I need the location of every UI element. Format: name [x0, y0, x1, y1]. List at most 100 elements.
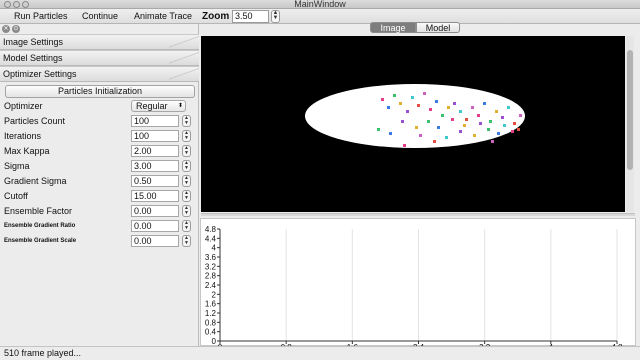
gradient-sigma-input[interactable]: 0.50: [131, 175, 179, 187]
gradient-sigma-stepper[interactable]: ▲ ▼: [182, 175, 191, 187]
particle-dot: [381, 98, 384, 101]
iterations-input[interactable]: 100: [131, 130, 179, 142]
section-image-settings[interactable]: Image Settings: [0, 34, 199, 50]
particle-dot: [513, 122, 516, 125]
particle-dot: [495, 110, 498, 113]
window-title: MainWindow: [294, 0, 346, 9]
scrollbar-thumb[interactable]: [627, 50, 633, 170]
particles-count-input[interactable]: 100: [131, 115, 179, 127]
ensemble-factor-input[interactable]: 0.00: [131, 205, 179, 217]
updown-chevron-icon: ⬍: [177, 103, 183, 109]
tab-image[interactable]: Image: [370, 22, 416, 33]
particle-dot: [445, 136, 448, 139]
particle-dot: [429, 108, 432, 111]
y-tick-label: 0.4: [205, 328, 217, 337]
particle-dot: [415, 126, 418, 129]
field-label: Iterations: [4, 131, 42, 141]
particle-dot: [403, 144, 406, 147]
particles-count-stepper[interactable]: ▲ ▼: [182, 115, 191, 127]
particle-dot: [417, 104, 420, 107]
iterations-stepper[interactable]: ▲ ▼: [182, 130, 191, 142]
particle-dot: [463, 124, 466, 127]
particle-dot: [479, 122, 482, 125]
y-tick-label: 4.8: [205, 225, 217, 234]
tab-model[interactable]: Model: [416, 22, 460, 33]
ensemble-gradient-scale-stepper[interactable]: ▲ ▼: [182, 235, 191, 247]
optimizer-select[interactable]: Regular ⬍: [131, 100, 186, 112]
ensemble-gradient-ratio-stepper[interactable]: ▲ ▼: [182, 220, 191, 232]
zoom-label: Zoom: [202, 11, 230, 22]
optimizer-row: Optimizer Regular ⬍: [0, 100, 199, 113]
section-model-settings[interactable]: Model Settings: [0, 50, 199, 66]
splitter-handle[interactable]: [201, 213, 635, 216]
section-optimizer-settings[interactable]: Optimizer Settings: [0, 66, 199, 82]
particle-dot: [399, 102, 402, 105]
optimizer-label: Optimizer: [4, 101, 43, 111]
particle-dot: [406, 110, 409, 113]
particle-dot: [459, 110, 462, 113]
field-row: Ensemble Gradient Scale 0.00 ▲ ▼: [0, 235, 199, 248]
particle-dot: [411, 96, 414, 99]
particle-dot: [519, 114, 522, 117]
particle-dot: [435, 100, 438, 103]
field-label: Cutoff: [4, 191, 28, 201]
field-label: Max Kappa: [4, 146, 50, 156]
particles-initialization-button[interactable]: Particles Initialization: [5, 85, 195, 98]
field-label: Sigma: [4, 161, 30, 171]
animate-trace-button[interactable]: Animate Trace: [134, 10, 192, 23]
particle-dot: [437, 126, 440, 129]
particle-dot: [441, 114, 444, 117]
sigma-stepper[interactable]: ▲ ▼: [182, 160, 191, 172]
cutoff-stepper[interactable]: ▲ ▼: [182, 190, 191, 202]
image-view[interactable]: [201, 36, 625, 212]
continue-button[interactable]: Continue: [82, 10, 118, 23]
run-particles-button[interactable]: Run Particles: [14, 10, 68, 23]
particle-dot: [451, 118, 454, 121]
particle-dot: [483, 102, 486, 105]
y-tick-label: 3.2: [205, 262, 217, 271]
y-tick-label: 4.4: [205, 234, 217, 243]
sigma-input[interactable]: 3.00: [131, 160, 179, 172]
particle-dot: [377, 128, 380, 131]
close-icon[interactable]: ✕: [2, 25, 10, 33]
zoom-input[interactable]: 3.50: [232, 10, 269, 23]
y-tick-label: 1.6: [205, 300, 217, 309]
status-bar: 510 frame played...: [0, 346, 640, 360]
max-kappa-input[interactable]: 2.00: [131, 145, 179, 157]
plot-chart: 00.81.62.43.244.800.40.81.21.622.42.83.2…: [205, 225, 623, 352]
particle-dot: [487, 128, 490, 131]
toolbar: Run Particles Continue Animate Trace Zoo…: [0, 9, 640, 24]
field-row: Max Kappa 2.00 ▲ ▼: [0, 145, 199, 158]
max-kappa-stepper[interactable]: ▲ ▼: [182, 145, 191, 157]
particle-dot: [433, 140, 436, 143]
y-tick-label: 3.6: [205, 253, 217, 262]
particle-dot: [427, 120, 430, 123]
image-scrollbar[interactable]: [626, 36, 634, 212]
particle-dot: [501, 116, 504, 119]
ensemble-gradient-ratio-input[interactable]: 0.00: [131, 220, 179, 232]
particle-dot: [459, 130, 462, 133]
particle-dot: [471, 106, 474, 109]
particle-dot: [507, 106, 510, 109]
particle-dot: [465, 118, 468, 121]
ensemble-factor-stepper[interactable]: ▲ ▼: [182, 205, 191, 217]
settings-panel: ✕ ⊙ Image Settings Model Settings Optimiz…: [0, 24, 199, 346]
optimizer-value: Regular: [136, 101, 168, 111]
field-row: Particles Count 100 ▲ ▼: [0, 115, 199, 128]
particle-dot: [511, 130, 514, 133]
particle-dot: [389, 132, 392, 135]
field-label: Ensemble Gradient Ratio: [4, 223, 76, 229]
float-icon[interactable]: ⊙: [12, 25, 20, 33]
image-canvas: [305, 84, 525, 148]
particle-dot: [517, 128, 520, 131]
particle-dot: [447, 106, 450, 109]
plot-area: 00.81.62.43.244.800.40.81.21.622.42.83.2…: [200, 218, 636, 352]
particle-dot: [393, 94, 396, 97]
particle-dot: [503, 124, 506, 127]
cutoff-input[interactable]: 15.00: [131, 190, 179, 202]
particle-dot: [491, 140, 494, 143]
zoom-stepper[interactable]: ▲ ▼: [271, 10, 280, 23]
y-tick-label: 2.4: [205, 281, 217, 290]
particle-dot: [419, 134, 422, 137]
ensemble-gradient-scale-input[interactable]: 0.00: [131, 235, 179, 247]
